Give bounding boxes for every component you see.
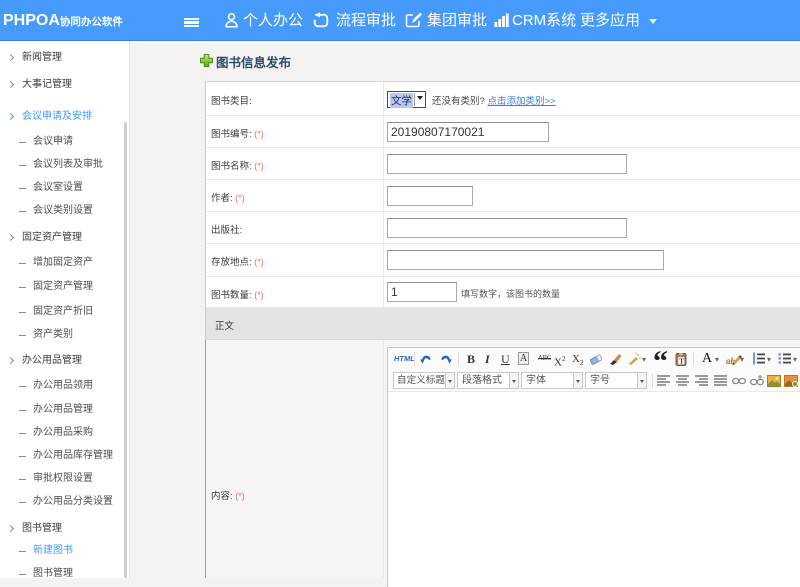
svg-text:ab: ab [726,356,736,366]
svg-text:T: T [679,358,684,366]
